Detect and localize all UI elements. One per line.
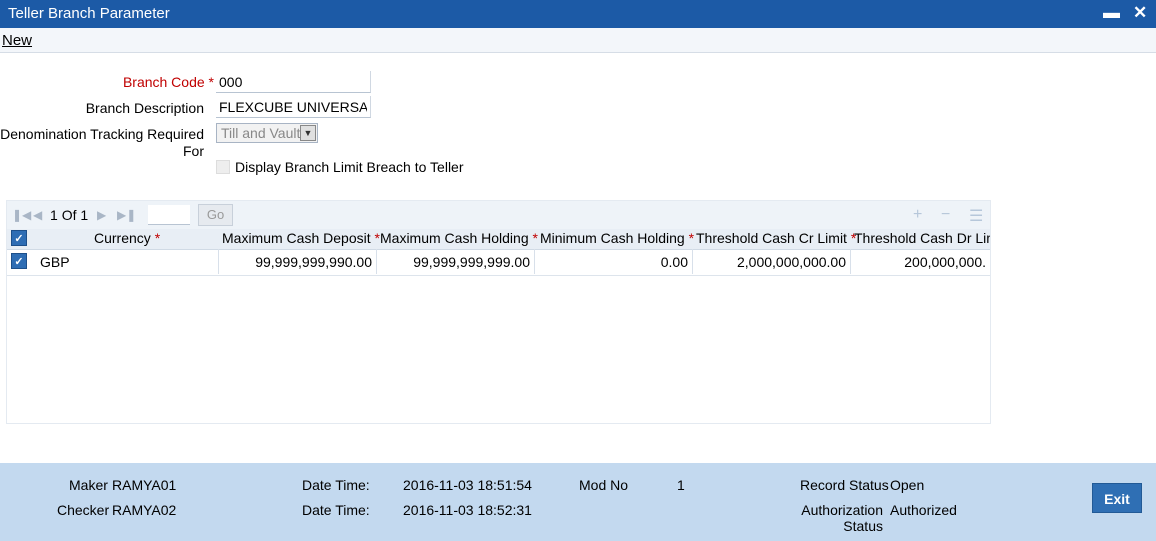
exit-button[interactable]: Exit — [1092, 483, 1142, 513]
currency-limits-grid: ❚◀ ◀ 1 Of 1 ▶ ▶❚ Go + − ☰ ✓ Currency * M… — [6, 200, 991, 424]
first-page-icon[interactable]: ❚◀ — [12, 208, 31, 222]
cell-min-cash-holding[interactable]: 0.00 — [535, 249, 693, 274]
denomination-tracking-label: Denomination Tracking Required For — [0, 126, 204, 159]
row-checkbox[interactable]: ✓ — [11, 253, 27, 269]
column-header-max-cash-holding[interactable]: Maximum Cash Holding * — [380, 230, 538, 246]
new-link[interactable]: New — [2, 32, 32, 49]
cell-max-cash-deposit[interactable]: 99,999,999,990.00 — [219, 249, 377, 274]
cell-max-cash-holding[interactable]: 99,999,999,999.00 — [377, 249, 535, 274]
menu-bar: New — [0, 28, 1156, 53]
go-button[interactable]: Go — [198, 204, 233, 226]
checker-datetime-value: 2016-11-03 18:52:31 — [403, 502, 532, 518]
column-header-min-cash-holding[interactable]: Minimum Cash Holding * — [540, 230, 694, 246]
column-header-threshold-dr-limit[interactable]: Threshold Cash Dr Limit — [854, 230, 990, 246]
add-row-icon[interactable]: + — [913, 206, 922, 224]
table-row[interactable]: ✓ GBP 99,999,999,990.00 99,999,999,999.0… — [7, 249, 990, 276]
authorization-status-label: Authorization Status — [801, 502, 883, 534]
checker-value: RAMYA02 — [112, 502, 177, 518]
mod-no-value: 1 — [677, 477, 685, 493]
display-limit-breach-label: Display Branch Limit Breach to Teller — [235, 159, 464, 175]
branch-code-label: Branch Code * — [122, 74, 214, 90]
maker-datetime-label: Date Time: — [302, 477, 370, 493]
column-header-max-cash-deposit[interactable]: Maximum Cash Deposit * — [222, 230, 380, 246]
grid-header-row: ✓ Currency * Maximum Cash Deposit * Maxi… — [7, 229, 990, 250]
minimize-icon[interactable]: ▬ — [1103, 3, 1120, 23]
prev-page-icon[interactable]: ◀ — [33, 208, 42, 222]
next-page-icon[interactable]: ▶ — [97, 208, 106, 222]
cell-threshold-dr-limit[interactable]: 200,000,000. — [851, 249, 990, 274]
display-limit-breach-checkbox[interactable] — [216, 160, 230, 174]
last-page-icon[interactable]: ▶❚ — [117, 208, 136, 222]
checker-label: Checker — [57, 502, 110, 518]
maker-value: RAMYA01 — [112, 477, 177, 493]
audit-footer: Maker RAMYA01 Checker RAMYA02 Date Time:… — [0, 463, 1156, 541]
maker-datetime-value: 2016-11-03 18:51:54 — [403, 477, 532, 493]
cell-threshold-cr-limit[interactable]: 2,000,000,000.00 — [693, 249, 851, 274]
select-all-checkbox[interactable]: ✓ — [11, 230, 27, 246]
checker-datetime-label: Date Time: — [302, 502, 370, 518]
column-header-threshold-cr-limit[interactable]: Threshold Cash Cr Limit * — [696, 230, 856, 246]
single-view-icon[interactable]: ☰ — [969, 206, 983, 226]
denomination-tracking-select[interactable]: Till and Vault ▼ — [216, 123, 318, 143]
window-title: Teller Branch Parameter — [8, 5, 170, 22]
grid-toolbar: ❚◀ ◀ 1 Of 1 ▶ ▶❚ Go + − ☰ — [7, 201, 990, 229]
page-indicator: 1 Of 1 — [50, 207, 89, 223]
record-status-value: Open — [890, 477, 925, 493]
column-header-currency[interactable]: Currency * — [94, 230, 160, 246]
authorization-status-value: Authorized — [890, 502, 957, 518]
branch-code-field[interactable] — [216, 71, 371, 93]
page-number-input[interactable] — [148, 205, 190, 225]
close-icon[interactable]: ✕ — [1133, 3, 1147, 23]
window-titlebar: Teller Branch Parameter ▬ ✕ — [0, 0, 1156, 28]
delete-row-icon[interactable]: − — [941, 206, 950, 224]
record-status-label: Record Status — [800, 477, 889, 493]
maker-label: Maker — [69, 477, 108, 493]
denomination-tracking-value: Till and Vault — [221, 125, 301, 141]
chevron-down-icon[interactable]: ▼ — [300, 125, 316, 141]
branch-description-label: Branch Description — [85, 100, 204, 116]
cell-currency[interactable]: GBP — [35, 249, 219, 274]
mod-no-label: Mod No — [579, 477, 629, 493]
branch-description-field[interactable] — [216, 96, 371, 118]
